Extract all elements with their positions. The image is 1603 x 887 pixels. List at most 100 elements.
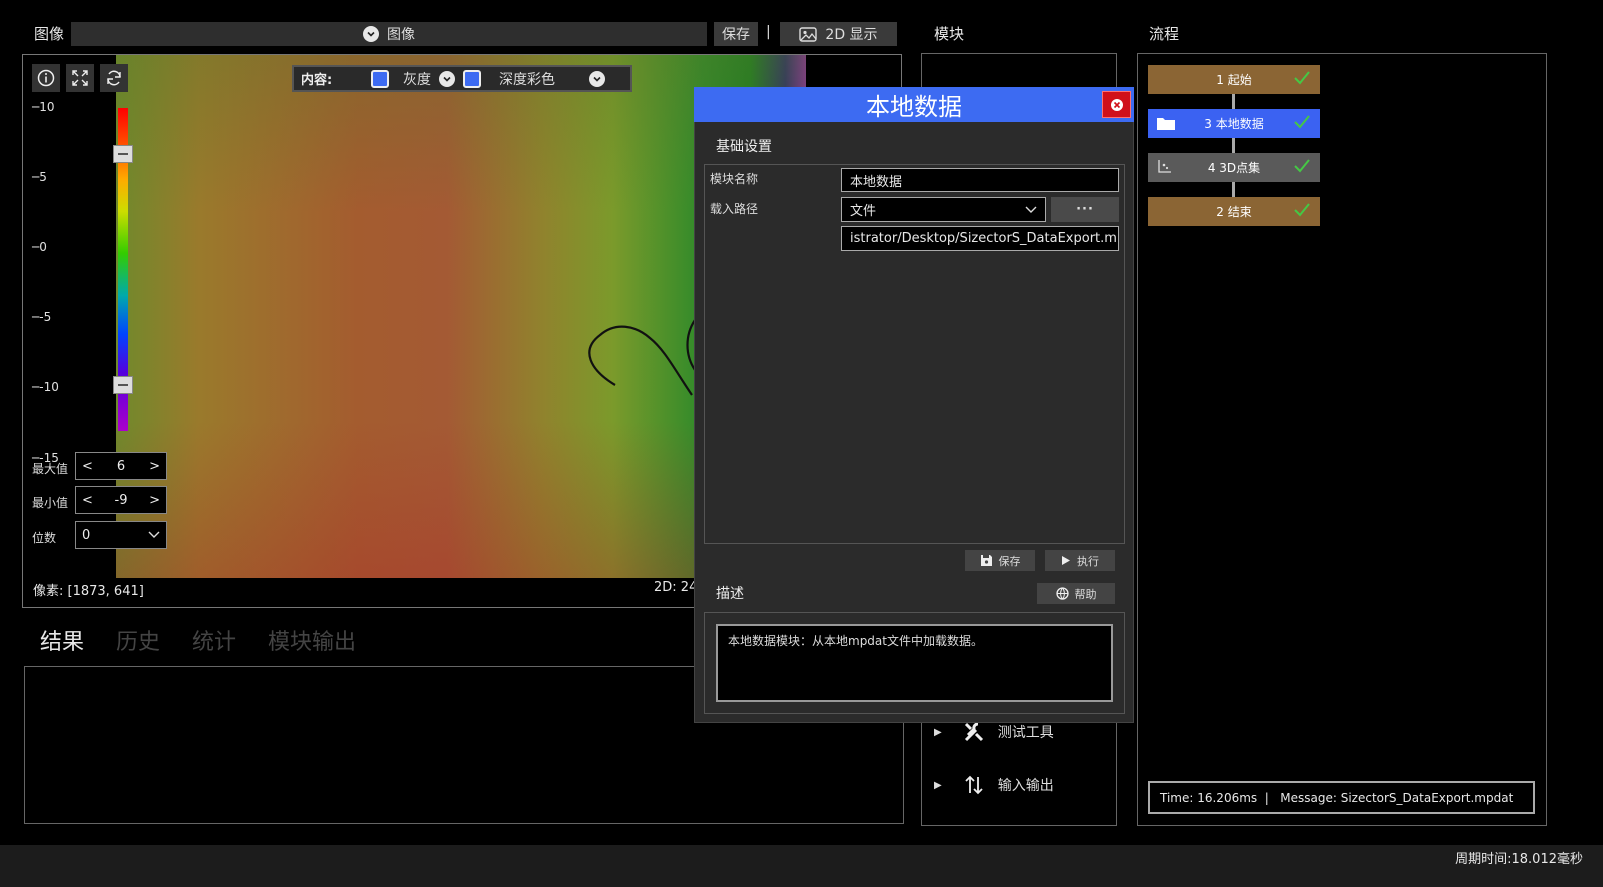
basic-settings-heading: 基础设置 (716, 139, 772, 155)
digits-label: 位数 (32, 531, 57, 545)
arrows-updown-icon (962, 773, 986, 797)
refresh-button[interactable] (100, 64, 128, 92)
max-value-stepper[interactable]: < 6 > (75, 452, 167, 480)
globe-icon (1055, 587, 1069, 600)
check-icon (1294, 71, 1310, 85)
gray-dropdown-chevron-icon[interactable] (439, 70, 455, 87)
close-icon (1110, 98, 1123, 111)
description-heading: 描述 (716, 586, 744, 602)
help-label: 帮助 (1074, 587, 1097, 601)
tab-module-output[interactable]: 模块输出 (268, 624, 356, 656)
flow-node-start[interactable]: 1 起始 (1148, 65, 1320, 94)
dialog-run-label: 执行 (1077, 554, 1099, 568)
pixel-readout: 像素: [1873, 641] (33, 584, 144, 599)
file-path-input[interactable]: istrator/Desktop/SizectorS_DataExport.mp… (841, 226, 1119, 251)
check-icon (1294, 159, 1310, 173)
module-name-label: 模块名称 (710, 172, 759, 186)
image-save-button[interactable]: 保存 (714, 22, 758, 46)
dialog-title-bar[interactable]: 本地数据 (694, 87, 1134, 122)
toolbar-separator: | (766, 24, 771, 40)
save-icon (980, 554, 993, 567)
module-group-label: 测试工具 (997, 725, 1054, 741)
tab-statistics[interactable]: 统计 (192, 624, 236, 656)
chevron-down-icon (363, 26, 379, 42)
scale-tick: ─10 (32, 100, 55, 114)
fit-view-button[interactable] (66, 64, 94, 92)
dialog-close-button[interactable] (1102, 91, 1131, 118)
scale-tick: ─-10 (32, 380, 59, 394)
browse-button[interactable]: ··· (1051, 197, 1119, 222)
image-source-value: 图像 (387, 27, 415, 43)
min-value: -9 (114, 492, 128, 508)
max-value: 6 (116, 458, 126, 474)
module-name-input[interactable]: 本地数据 (841, 168, 1119, 192)
status-bar (0, 845, 1603, 887)
chevron-right-icon[interactable]: > (149, 459, 160, 474)
flow-title: 流程 (1149, 25, 1180, 43)
dialog-save-label: 保存 (998, 554, 1021, 568)
chevron-right-icon[interactable]: > (149, 493, 160, 508)
min-value-label: 最小值 (32, 496, 69, 510)
depth-color-checkbox[interactable] (463, 69, 481, 88)
flow-node-label: 4 3D点集 (1207, 161, 1261, 175)
point-cloud-icon (1156, 159, 1172, 175)
expand-icon (71, 69, 89, 87)
content-label: 内容: (301, 73, 333, 88)
gray-label: 灰度 (403, 71, 431, 88)
cycle-time: 周期时间:18.012毫秒 (1455, 852, 1583, 867)
image-source-dropdown[interactable]: 图像 (71, 22, 707, 46)
dialog-run-button[interactable]: 执行 (1045, 550, 1115, 571)
description-text: 本地数据模块：从本地mpdat文件中加载数据。 (716, 624, 1113, 702)
readout-2d: 2D: 24 (654, 580, 698, 595)
chevron-left-icon[interactable]: < (82, 493, 93, 508)
digits-value: 0 (82, 527, 91, 543)
max-range-slider-handle[interactable] (113, 145, 133, 163)
scale-tick: ─0 (32, 240, 47, 254)
expand-arrow-icon: ▶ (934, 726, 942, 738)
load-type-select[interactable]: 文件 (841, 197, 1046, 222)
content-toolbar: 内容: 灰度 深度彩色 (292, 65, 632, 92)
depth-color-chevron-icon[interactable] (589, 70, 605, 87)
help-button[interactable]: 帮助 (1037, 583, 1115, 604)
flow-node-label: 3 本地数据 (1204, 117, 1264, 131)
play-icon (1061, 555, 1071, 566)
refresh-icon (105, 69, 123, 87)
load-type-value: 文件 (850, 204, 877, 219)
flow-node-label: 1 起始 (1216, 73, 1252, 87)
image-icon (799, 26, 818, 42)
module-group-test-tools[interactable]: ▶ 测试工具 (934, 720, 1054, 744)
tab-history[interactable]: 历史 (116, 624, 160, 656)
flow-node-3d-points[interactable]: 4 3D点集 (1148, 153, 1320, 182)
min-range-slider-handle[interactable] (113, 376, 133, 394)
contour-curve (580, 310, 700, 400)
flow-status-message: Time: 16.206ms | Message: SizectorS_Data… (1148, 781, 1535, 814)
expand-arrow-icon: ▶ (934, 779, 942, 791)
scale-tick: ─5 (32, 170, 47, 184)
min-value-stepper[interactable]: < -9 > (75, 486, 167, 514)
flow-node-label: 2 结束 (1216, 205, 1252, 219)
tools-icon (962, 720, 986, 744)
max-value-label: 最大值 (32, 462, 69, 476)
gray-checkbox[interactable] (371, 69, 389, 88)
dialog-save-button[interactable]: 保存 (965, 550, 1035, 571)
chevron-left-icon[interactable]: < (82, 459, 93, 474)
flow-node-end[interactable]: 2 结束 (1148, 197, 1320, 226)
info-icon (37, 69, 55, 87)
digits-select[interactable]: 0 (75, 521, 167, 549)
folder-icon (1156, 115, 1176, 131)
display-mode-button[interactable]: 2D 显示 (780, 22, 897, 46)
module-group-label: 输入输出 (997, 778, 1054, 794)
scale-tick: ─-5 (32, 310, 52, 324)
display-mode-label: 2D 显示 (825, 27, 878, 43)
chevron-down-icon (148, 531, 160, 539)
image-panel-title: 图像 (34, 25, 65, 43)
module-group-input-output[interactable]: ▶ 输入输出 (934, 773, 1054, 797)
modules-title: 模块 (934, 25, 965, 43)
check-icon (1294, 203, 1310, 217)
dialog-title: 本地数据 (866, 93, 962, 121)
chevron-down-icon (1025, 206, 1037, 214)
info-button[interactable] (32, 64, 60, 92)
results-tabs: 结果 历史 统计 模块输出 (40, 624, 356, 656)
tab-results[interactable]: 结果 (40, 624, 84, 656)
flow-node-local-data[interactable]: 3 本地数据 (1148, 109, 1320, 138)
